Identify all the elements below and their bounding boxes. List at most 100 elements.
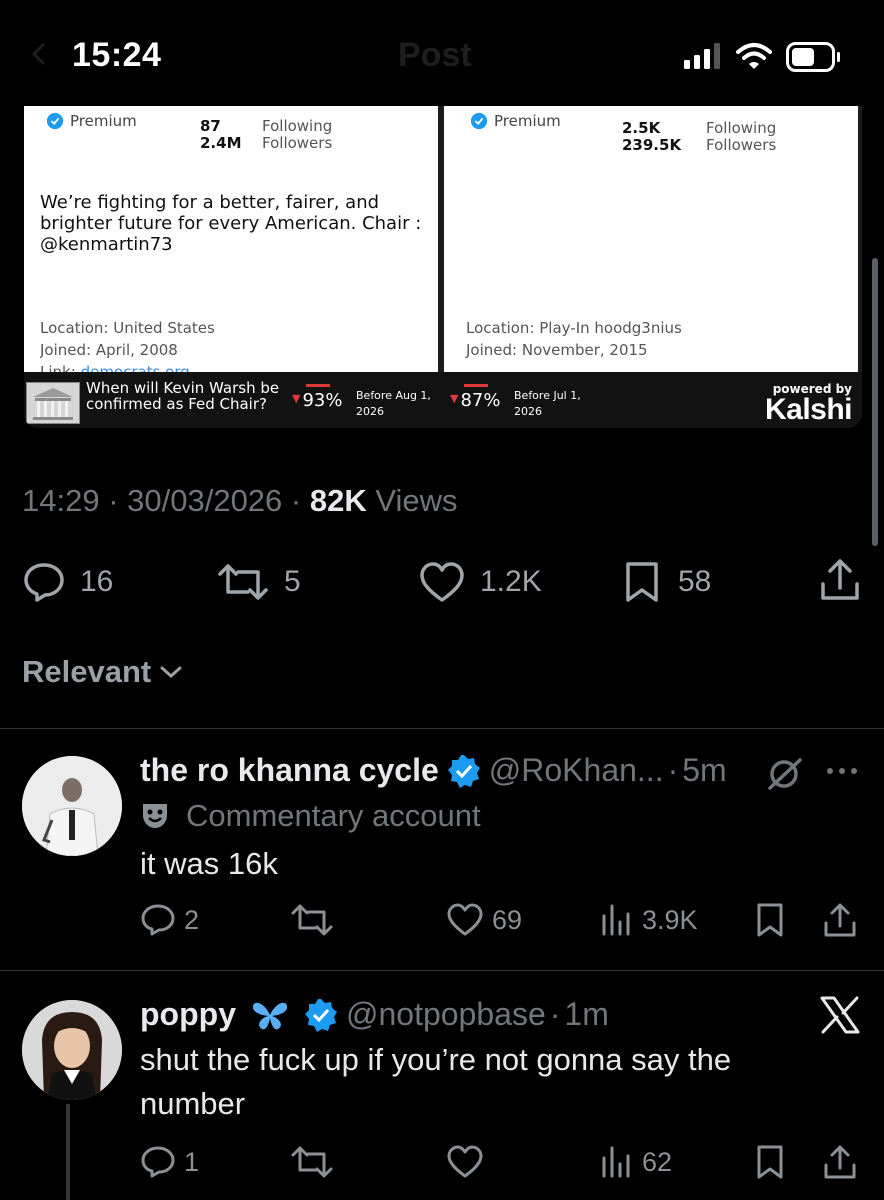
- following-count: 2.5K: [622, 119, 661, 137]
- heart-icon: [420, 562, 464, 602]
- reply-button[interactable]: 2: [140, 902, 199, 938]
- heart-icon: [447, 903, 483, 936]
- premium-label: Premium: [70, 112, 137, 130]
- signal-icon: [684, 42, 724, 70]
- views-count: 3.9K: [642, 904, 698, 935]
- followers-label: Followers: [706, 136, 777, 154]
- post-time: 14:29: [22, 483, 100, 518]
- reply-text-line: number: [140, 1086, 246, 1121]
- embedded-image[interactable]: Premium 87 2.4M Following Followers We’r…: [24, 106, 862, 428]
- option2-percent: ▼ 87%: [450, 390, 501, 411]
- share-icon: [824, 1145, 856, 1179]
- handle[interactable]: @RoKhan...: [489, 752, 664, 789]
- views-button[interactable]: 62: [600, 1144, 672, 1180]
- premium-badge: Premium: [470, 112, 561, 130]
- page-title: Post: [398, 36, 472, 74]
- share-button[interactable]: [822, 902, 866, 938]
- share-button[interactable]: [822, 1144, 866, 1180]
- followers-count: 239.5K: [622, 136, 682, 154]
- verified-icon: [447, 754, 480, 788]
- profile-bio: We’re fighting for a better, fairer, and…: [40, 192, 422, 255]
- reply-header: poppy @notpopbase · 1m: [140, 996, 609, 1033]
- reply-text-line: shut the fuck up if you’re not gonna say…: [140, 1042, 732, 1077]
- red-bar: [464, 384, 488, 387]
- handle[interactable]: @notpopbase: [346, 996, 546, 1033]
- location: Location: Play-In hoodg3nius: [466, 319, 682, 337]
- more-options-icon[interactable]: [826, 766, 858, 776]
- location: Location: United States: [40, 319, 215, 337]
- red-bar: [306, 384, 330, 387]
- reply-text: it was 16k: [140, 846, 278, 881]
- commentary-label: Commentary account: [186, 798, 481, 833]
- avatar[interactable]: [22, 1000, 122, 1100]
- reply-button[interactable]: 1: [140, 1144, 199, 1180]
- option1-percent: ▼ 93%: [292, 390, 343, 411]
- views-count: 62: [642, 1146, 673, 1177]
- fed-building-thumbnail: [26, 382, 80, 424]
- stat-labels: Following Followers: [262, 118, 332, 152]
- account-label: Commentary account: [140, 798, 481, 834]
- repost-button[interactable]: [290, 1144, 342, 1180]
- divider: [0, 970, 884, 971]
- status-time: 15:24: [72, 36, 162, 74]
- reply-icon: [141, 904, 175, 936]
- stat-counts: 2.5K 239.5K: [622, 120, 681, 154]
- thread-line: [66, 1104, 70, 1200]
- wifi-icon: [736, 42, 772, 70]
- reply-button[interactable]: 16: [22, 560, 113, 604]
- share-button[interactable]: [818, 558, 876, 602]
- profile-card-left: Premium 87 2.4M Following Followers We’r…: [24, 106, 438, 372]
- like-button[interactable]: 1.2K: [418, 560, 542, 604]
- display-name[interactable]: poppy: [140, 996, 236, 1033]
- option2-value: 87%: [460, 390, 501, 411]
- reply-icon: [24, 563, 64, 602]
- post-timestamp-line: 14:29 · 30/03/2026 · 82K Views: [22, 483, 458, 518]
- avatar-image: [22, 1000, 122, 1100]
- battery-icon: [786, 42, 842, 72]
- share-icon: [824, 903, 856, 937]
- repost-icon: [291, 904, 333, 936]
- views-label: Views: [375, 483, 458, 518]
- sort-dropdown[interactable]: Relevant: [22, 654, 183, 690]
- avatar-image: [22, 756, 122, 856]
- joined: Joined: November, 2015: [466, 341, 648, 359]
- verified-icon: [46, 112, 64, 130]
- share-icon: [821, 559, 859, 600]
- repost-button[interactable]: 5: [216, 560, 301, 604]
- back-arrow-icon[interactable]: [26, 40, 54, 68]
- joined: Joined: April, 2008: [40, 341, 178, 359]
- stat-labels: Following Followers: [706, 120, 776, 154]
- bookmark-button[interactable]: [752, 1144, 796, 1180]
- x-logo-icon[interactable]: [820, 996, 860, 1034]
- followers-count: 2.4M: [200, 134, 242, 152]
- option2-date: Before Jul 1, 2026: [514, 389, 581, 418]
- grok-icon[interactable]: [764, 756, 804, 792]
- scrollbar[interactable]: [872, 258, 878, 546]
- sort-label: Relevant: [22, 654, 152, 689]
- reply-count: 2: [184, 904, 200, 935]
- stat-counts: 87 2.4M: [200, 118, 242, 152]
- like-count: 1.2K: [480, 565, 542, 598]
- avatar[interactable]: [22, 756, 122, 856]
- profile-card-right: Premium 2.5K 239.5K Following Followers …: [444, 106, 858, 372]
- option1-date: Before Aug 1, 2026: [356, 389, 431, 418]
- verified-icon: [470, 112, 488, 130]
- reply-header: the ro khanna cycle @RoKhan... · 5m: [140, 752, 727, 789]
- separator-dot: ·: [667, 752, 679, 788]
- post-date: 30/03/2026: [127, 483, 283, 518]
- repost-button[interactable]: [290, 902, 342, 938]
- kalshi-brand: Kalshi: [764, 393, 853, 426]
- profile-meta: Location: United States Joined: April, 2…: [40, 317, 215, 372]
- like-button[interactable]: [446, 1144, 492, 1180]
- market-question: When will Kevin Warsh be confirmed as Fe…: [86, 379, 280, 413]
- reply-count: 16: [80, 565, 114, 598]
- like-button[interactable]: 69: [446, 902, 522, 938]
- repost-icon: [218, 564, 268, 600]
- display-name[interactable]: the ro khanna cycle: [140, 752, 439, 789]
- bookmark-button[interactable]: [752, 902, 796, 938]
- reply-time: 1m: [564, 996, 609, 1032]
- separator-dot: ·: [549, 996, 561, 1032]
- link-url: democrats.org: [80, 363, 190, 372]
- views-button[interactable]: 3.9K: [600, 902, 698, 938]
- bookmark-button[interactable]: 58: [620, 560, 711, 604]
